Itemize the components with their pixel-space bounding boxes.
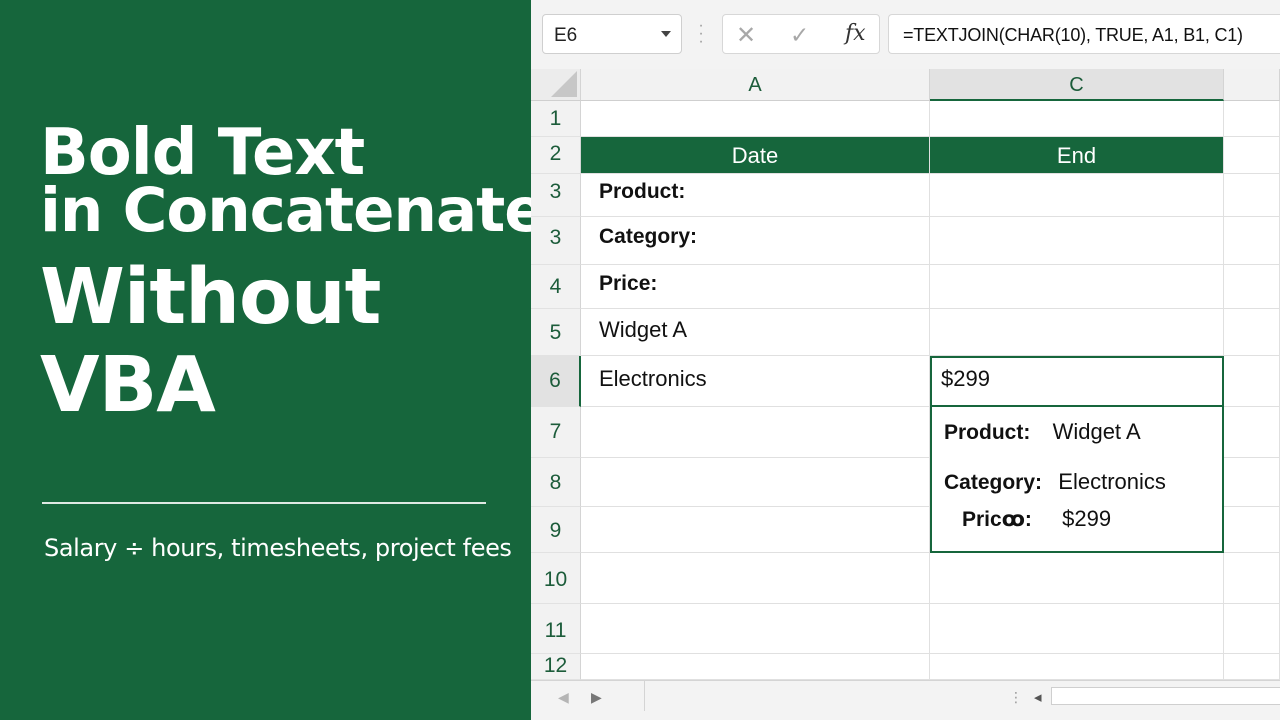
cell-a[interactable]: Category:: [581, 217, 930, 265]
cell-c[interactable]: [930, 101, 1224, 137]
cell-a[interactable]: [581, 553, 930, 604]
vertical-dots-icon[interactable]: ⋮: [1009, 689, 1023, 706]
result-price-line: Pricꝏ: $299: [962, 506, 1111, 532]
title-divider: [42, 502, 486, 504]
row-header[interactable]: 5: [531, 309, 581, 356]
result-category-value: Electronics: [1058, 469, 1166, 494]
cell[interactable]: [1224, 174, 1280, 217]
scroll-left-icon[interactable]: ◂: [1034, 688, 1042, 706]
previous-sheet-icon[interactable]: ◀: [558, 689, 569, 706]
result-price-value: $299: [1062, 506, 1112, 531]
tab-divider: [644, 681, 645, 711]
vertical-dots-icon[interactable]: · · ·: [696, 18, 706, 50]
cell-a[interactable]: [581, 101, 930, 137]
cell-c[interactable]: [930, 604, 1224, 654]
result-category-label: Category:: [944, 471, 1043, 494]
cell-c[interactable]: [930, 174, 1224, 217]
cell-c[interactable]: [930, 217, 1224, 265]
formula-bar: E6 · · · ✕ ✓ fx =TEXTJOIN(CHAR(10), TRUE, …: [531, 0, 1280, 69]
subtitle: Salary ÷ hours, timesheets, project fees: [44, 534, 512, 562]
sheet-tab-bar: ◀ ▶ ⋮ ◂: [531, 680, 1280, 720]
next-sheet-icon[interactable]: ▶: [591, 689, 602, 706]
column-header-c[interactable]: C: [930, 69, 1224, 101]
title-panel: Bold Text in Concatenate Without VBA Sal…: [0, 0, 546, 720]
cell-a[interactable]: Electronics: [581, 356, 930, 407]
row-header[interactable]: 6: [531, 356, 581, 407]
formula-buttons: ✕ ✓ fx: [722, 14, 880, 54]
headline: Bold Text in Concatenate Without VBA: [40, 116, 546, 430]
textjoin-result-box: Product: Widget A Category: Electronics …: [930, 407, 1224, 553]
headline-line-2: in Concatenate: [40, 175, 546, 246]
cell[interactable]: [1224, 356, 1280, 407]
cell[interactable]: [1224, 407, 1280, 458]
formula-text: =TEXTJOIN(CHAR(10), TRUE, A1, B1, C1): [903, 25, 1243, 45]
headline-line-3: Without: [40, 253, 381, 342]
select-all-icon: [551, 71, 577, 97]
cell-a[interactable]: Price:: [581, 265, 930, 309]
result-product-line: Product: Widget A: [944, 419, 1141, 445]
cell[interactable]: [1224, 309, 1280, 356]
cell-a[interactable]: Date: [581, 137, 930, 174]
cell[interactable]: [1224, 654, 1280, 680]
chevron-down-icon[interactable]: [661, 31, 671, 37]
headline-line-4: VBA: [40, 341, 216, 430]
cell[interactable]: [1224, 458, 1280, 507]
headline-line-1: Bold Text: [40, 116, 365, 190]
cell-a[interactable]: [581, 458, 930, 507]
cell-c[interactable]: [930, 553, 1224, 604]
cell-c[interactable]: End: [930, 137, 1224, 174]
cell-c[interactable]: [930, 309, 1224, 356]
check-icon[interactable]: ✓: [790, 22, 809, 49]
cell-a[interactable]: [581, 507, 930, 553]
cell[interactable]: [1224, 265, 1280, 309]
row-header[interactable]: 12: [531, 654, 581, 680]
result-category-line: Category: Electronics: [944, 469, 1166, 495]
result-product-label: Product:: [944, 421, 1031, 444]
row-header[interactable]: 7: [531, 407, 581, 458]
cell-a[interactable]: [581, 654, 930, 680]
row-header[interactable]: 3: [531, 174, 581, 217]
formula-input[interactable]: =TEXTJOIN(CHAR(10), TRUE, A1, B1, C1): [888, 14, 1280, 54]
result-product-value: Widget A: [1052, 419, 1141, 444]
row-header[interactable]: 3: [531, 217, 581, 265]
cell-a[interactable]: [581, 407, 930, 458]
horizontal-scrollbar[interactable]: [1051, 687, 1280, 705]
cell-a[interactable]: Widget A: [581, 309, 930, 356]
name-box[interactable]: E6: [542, 14, 682, 54]
row-header[interactable]: 1: [531, 101, 581, 137]
select-all-button[interactable]: [531, 69, 581, 101]
cell-c[interactable]: [930, 265, 1224, 309]
cell-a[interactable]: Product:: [581, 174, 930, 217]
cell[interactable]: [1224, 604, 1280, 654]
name-box-value: E6: [554, 25, 578, 46]
row-header[interactable]: 2: [531, 137, 581, 174]
column-header-next[interactable]: [1224, 69, 1280, 101]
row-header[interactable]: 11: [531, 604, 581, 654]
result-price-label: Pricꝏ:: [962, 508, 1032, 531]
cell-c[interactable]: [930, 654, 1224, 680]
spreadsheet: E6 · · · ✕ ✓ fx =TEXTJOIN(CHAR(10), TRUE, …: [531, 0, 1280, 720]
row-header[interactable]: 9: [531, 507, 581, 553]
cell[interactable]: [1224, 101, 1280, 137]
row-header[interactable]: 8: [531, 458, 581, 507]
row-header[interactable]: 10: [531, 553, 581, 604]
insert-function-icon[interactable]: fx: [845, 21, 866, 46]
cell[interactable]: [1224, 137, 1280, 174]
cell[interactable]: [1224, 217, 1280, 265]
cancel-icon[interactable]: ✕: [736, 21, 756, 50]
column-header-a[interactable]: A: [581, 69, 930, 101]
cell[interactable]: [1224, 507, 1280, 553]
cell[interactable]: [1224, 553, 1280, 604]
active-cell-e6[interactable]: [930, 356, 1224, 407]
row-header[interactable]: 4: [531, 265, 581, 309]
cell-a[interactable]: [581, 604, 930, 654]
